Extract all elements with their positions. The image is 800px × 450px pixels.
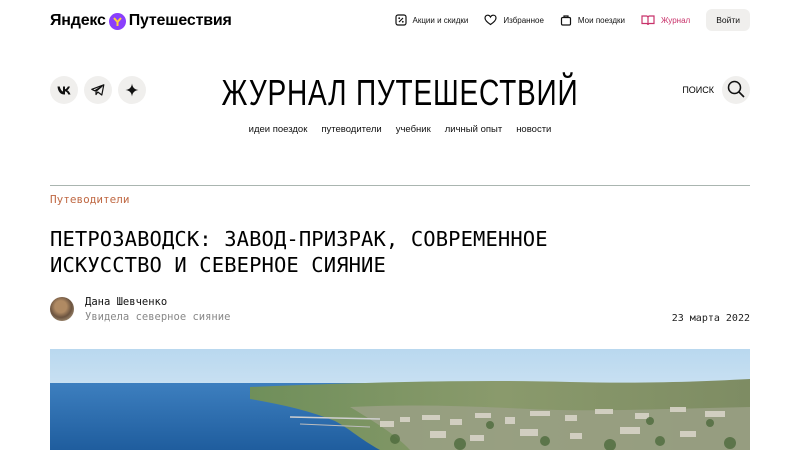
journal-masthead[interactable]: ЖУРНАЛ ПУТЕШЕСТВИЙ bbox=[88, 72, 712, 114]
nav-favorites[interactable]: Избранное bbox=[484, 14, 544, 26]
bag-icon bbox=[560, 14, 572, 26]
section-link-trip-ideas[interactable]: идеи поездок bbox=[249, 124, 308, 135]
section-link-guides[interactable]: путеводители bbox=[321, 124, 381, 135]
nav-journal[interactable]: Журнал bbox=[641, 14, 690, 26]
logo[interactable]: Яндекс Путешествия bbox=[50, 10, 232, 32]
search-control[interactable]: ПОИСК bbox=[682, 76, 750, 104]
nav-favorites-label: Избранное bbox=[503, 15, 544, 25]
article-title-line-1: ПЕТРОЗАВОДСК: ЗАВОД-ПРИЗРАК, СОВРЕМЕННОЕ bbox=[50, 227, 548, 251]
search-button[interactable] bbox=[722, 76, 750, 104]
logo-text-travel: Путешествия bbox=[128, 12, 232, 29]
nav-discounts-label: Акции и скидки bbox=[412, 15, 469, 25]
article-title-line-2: ИСКУССТВО И СЕВЕРНОЕ СИЯНИЕ bbox=[50, 253, 386, 277]
divider bbox=[50, 185, 750, 186]
article-date: 23 марта 2022 bbox=[671, 313, 750, 324]
nav-journal-label: Журнал bbox=[661, 15, 691, 25]
logo-globe-icon bbox=[108, 12, 126, 30]
vk-icon bbox=[57, 86, 71, 95]
login-button[interactable]: Войти bbox=[706, 9, 750, 31]
author-name[interactable]: Дана Шевченко bbox=[85, 296, 167, 308]
hero-image bbox=[50, 349, 750, 450]
article-category[interactable]: Путеводители bbox=[50, 193, 129, 206]
heart-icon bbox=[484, 14, 497, 26]
author-avatar[interactable] bbox=[50, 297, 74, 321]
section-link-textbook[interactable]: учебник bbox=[396, 124, 431, 135]
logo-text-yandex: Яндекс bbox=[50, 12, 106, 29]
search-label: ПОИСК bbox=[682, 85, 714, 95]
section-link-personal-experience[interactable]: личный опыт bbox=[445, 124, 502, 135]
article-title: ПЕТРОЗАВОДСК: ЗАВОД-ПРИЗРАК, СОВРЕМЕННОЕ… bbox=[50, 226, 750, 278]
book-icon bbox=[641, 14, 655, 26]
author-note: Увидела северное сияние bbox=[85, 311, 231, 323]
discount-icon bbox=[394, 14, 407, 26]
nav-my-trips[interactable]: Мои поездки bbox=[560, 14, 625, 26]
nav-discounts[interactable]: Акции и скидки bbox=[394, 14, 469, 26]
nav-my-trips-label: Мои поездки bbox=[577, 15, 625, 25]
section-link-news[interactable]: новости bbox=[516, 124, 551, 135]
vk-button[interactable] bbox=[50, 76, 78, 104]
search-icon bbox=[727, 80, 745, 100]
section-links: идеи поездок путеводители учебник личный… bbox=[0, 124, 800, 135]
top-navigation: Акции и скидки Избранное Мои поездки Жур… bbox=[394, 9, 750, 31]
